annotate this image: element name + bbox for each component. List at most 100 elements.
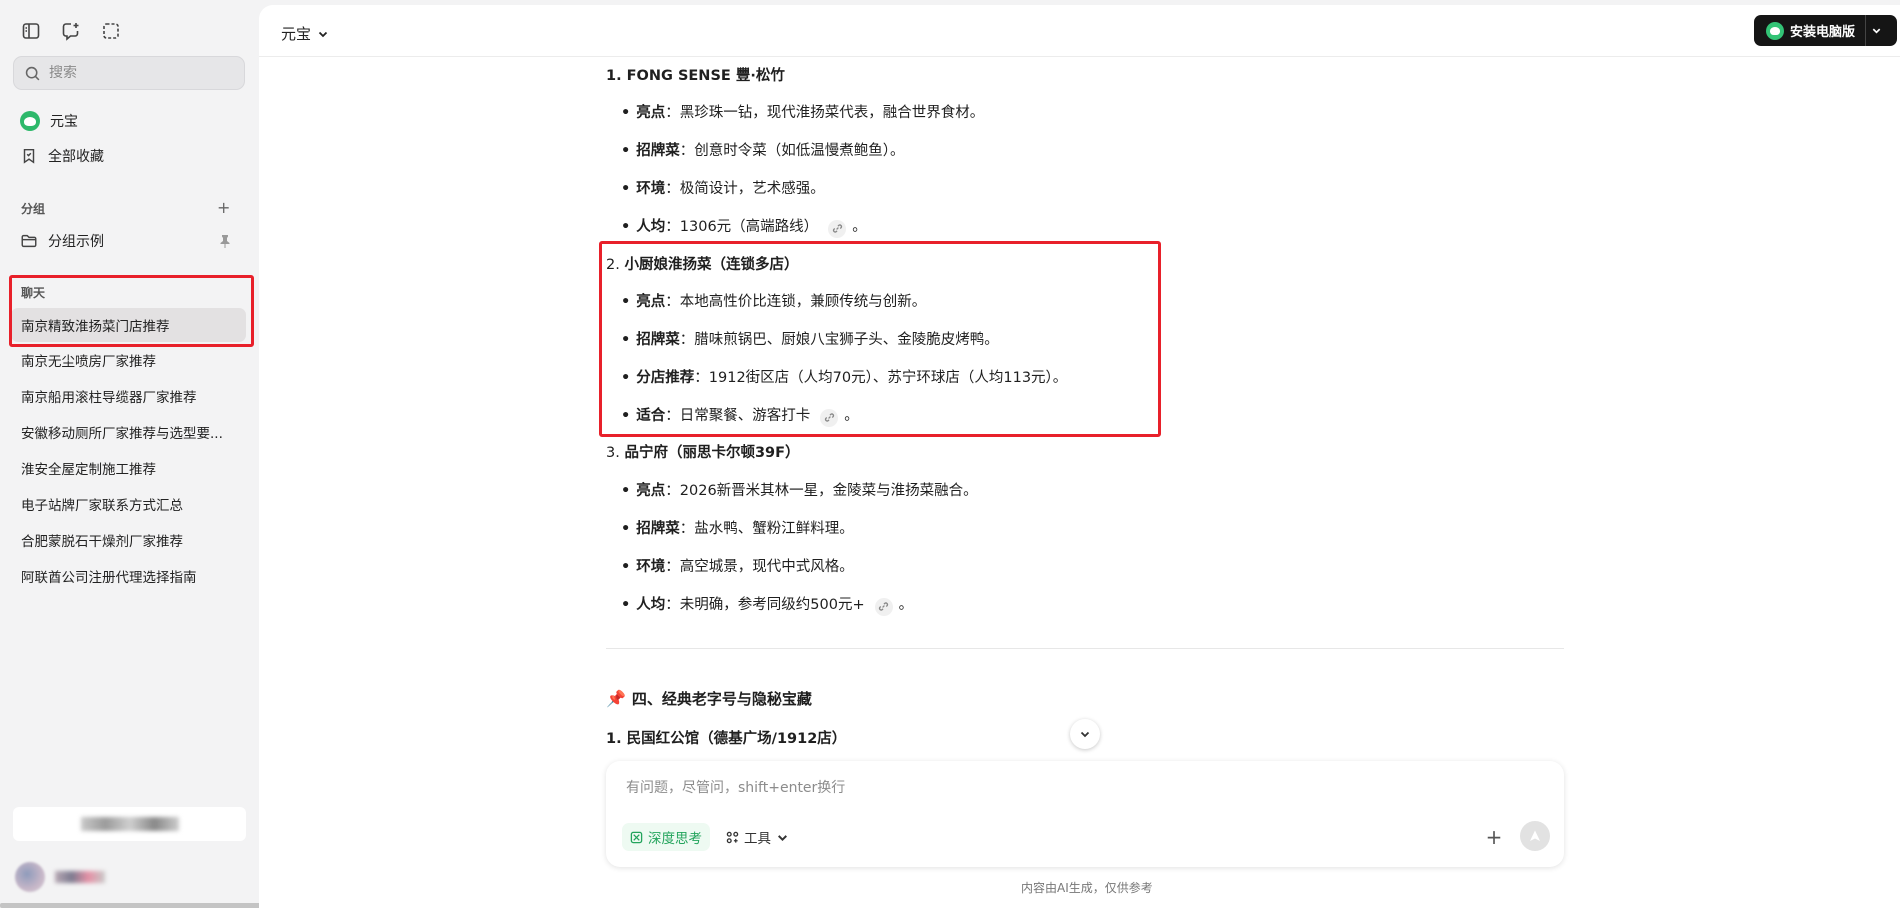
- sidebar: 元宝 全部收藏 分组 + 分组示例 聊天 南京精致淮扬菜门店推荐 南京无尘喷房厂…: [0, 0, 296, 908]
- item-title-text: 品宁府（丽思卡尔顿39F）: [624, 445, 800, 461]
- tools-label: 工具: [744, 831, 771, 847]
- bullet-item: 人均：1306元（高端路线） 。: [621, 215, 867, 238]
- deep-think-label: 深度思考: [648, 831, 702, 847]
- horizontal-scrollbar[interactable]: [0, 903, 296, 908]
- folder-icon: [21, 234, 37, 248]
- item-number: 3.: [606, 445, 625, 461]
- group-item[interactable]: 分组示例: [20, 231, 104, 251]
- message-input[interactable]: [626, 777, 1526, 801]
- user-profile[interactable]: [15, 862, 105, 892]
- bullet-value: ：极简设计，艺术感强。: [665, 181, 825, 197]
- bullet-item: 适合：日常聚餐、游客打卡 。: [621, 404, 859, 427]
- bullet-key: 亮点: [636, 483, 666, 499]
- main-panel: 元宝 安装电脑版 1. FONG SENSE 豐·松竹 亮点：黑珍珠一钻，现代淮…: [259, 5, 1900, 908]
- yuanbao-logo-icon: [20, 111, 40, 131]
- nav-favorites-label: 全部收藏: [48, 149, 104, 165]
- bullet-value: ：日常聚餐、游客打卡: [665, 408, 811, 424]
- bullet-key: 招牌菜: [636, 143, 680, 159]
- bullet-key: 招牌菜: [636, 521, 680, 537]
- bullet-value: ：腊味煎锅巴、厨娘八宝狮子头、金陵脆皮烤鸭。: [679, 332, 999, 348]
- pin-icon[interactable]: [219, 234, 231, 248]
- nav-favorites[interactable]: 全部收藏: [20, 146, 104, 166]
- bullet-value: ：盐水鸭、蟹粉江鲜料理。: [679, 521, 854, 537]
- divider: [606, 648, 1564, 649]
- bullet-key: 招牌菜: [636, 332, 680, 348]
- bullet-key: 人均: [636, 597, 666, 613]
- citation-link-icon[interactable]: [828, 219, 847, 238]
- citation-link-icon[interactable]: [820, 408, 839, 427]
- chat-item[interactable]: 安徽移动厕所厂家推荐与选型要...: [11, 415, 246, 449]
- list-item-title: 3. 品宁府（丽思卡尔顿39F）: [606, 441, 800, 462]
- bullet-value: ：黑珍珠一钻，现代淮扬菜代表，融合世界食材。: [665, 105, 985, 121]
- disclaimer-text: 内容由AI生成，仅供参考: [1021, 881, 1153, 895]
- send-arrow-icon: [1530, 830, 1540, 841]
- bullet-end: 。: [844, 408, 859, 424]
- nav-yuanbao[interactable]: 元宝: [20, 111, 78, 131]
- screenshot-icon[interactable]: [100, 20, 122, 42]
- chat-item[interactable]: 南京无尘喷房厂家推荐: [11, 343, 246, 377]
- add-attachment-button[interactable]: +: [1482, 825, 1506, 849]
- list-item-title: 2. 小厨娘淮扬菜（连锁多店）: [606, 253, 798, 274]
- bullet-key: 分店推荐: [636, 370, 695, 386]
- deep-think-icon: [630, 831, 643, 843]
- chat-item-active[interactable]: 南京精致淮扬菜门店推荐: [11, 308, 246, 342]
- list-item-title: 1. 民国红公馆（德基广场/1912店）: [606, 727, 846, 748]
- bullet-value: ：未明确，参考同级约500元+: [665, 597, 865, 613]
- chat-item[interactable]: 南京船用滚柱导缆器厂家推荐: [11, 379, 246, 413]
- send-button[interactable]: [1520, 821, 1550, 851]
- chat-content: 1. FONG SENSE 豐·松竹 亮点：黑珍珠一钻，现代淮扬菜代表，融合世界…: [259, 5, 1900, 908]
- bullet-end: 。: [898, 597, 914, 613]
- avatar: [15, 862, 45, 892]
- message-composer: 深度思考 工具 +: [606, 761, 1564, 867]
- bullet-item: 招牌菜：创意时令菜（如低温慢煮鲍鱼）。: [621, 139, 904, 160]
- groups-section-label: 分组: [21, 202, 46, 216]
- pushpin-icon: 📌: [606, 689, 626, 708]
- bullet-key: 适合: [636, 408, 666, 424]
- section-heading-text: 四、经典老字号与隐秘宝藏: [631, 690, 812, 708]
- bullet-item: 招牌菜：盐水鸭、蟹粉江鲜料理。: [621, 517, 854, 538]
- chat-item[interactable]: 淮安全屋定制施工推荐: [11, 451, 246, 485]
- bullet-value: ：1912街区店（人均70元）、苏宁环球店（人均113元）。: [694, 370, 1068, 386]
- item-title-text: 小厨娘淮扬菜（连锁多店）: [624, 257, 799, 273]
- deep-think-toggle[interactable]: 深度思考: [622, 823, 710, 851]
- add-group-icon[interactable]: +: [217, 198, 230, 217]
- chat-item[interactable]: 电子站牌厂家联系方式汇总: [11, 487, 246, 521]
- user-name-blurred: [55, 871, 105, 883]
- item-number: 2.: [606, 257, 625, 273]
- bullet-value: ：1306元（高端路线）: [665, 219, 819, 235]
- bullet-value: ：2026新晋米其林一星，金陵菜与淮扬菜融合。: [665, 483, 978, 499]
- tools-menu[interactable]: 工具: [726, 823, 789, 851]
- list-item-title: 1. FONG SENSE 豐·松竹: [606, 64, 785, 85]
- bullet-end: 。: [852, 219, 867, 235]
- bullet-item: 分店推荐：1912街区店（人均70元）、苏宁环球店（人均113元）。: [621, 366, 1067, 387]
- chat-item[interactable]: 合肥蒙脱石干燥剂厂家推荐: [11, 523, 246, 557]
- bullet-key: 环境: [636, 181, 666, 197]
- bullet-key: 亮点: [636, 105, 666, 121]
- new-chat-icon[interactable]: [60, 20, 82, 42]
- bullet-item: 人均：未明确，参考同级约500元+ 。: [621, 593, 913, 616]
- search-input[interactable]: [49, 65, 229, 81]
- chats-section-label: 聊天: [21, 286, 46, 300]
- toggle-sidebar-icon[interactable]: [20, 20, 42, 42]
- bullet-item: 环境：极简设计，艺术感强。: [621, 177, 825, 198]
- group-item-label: 分组示例: [48, 234, 104, 250]
- item-title-text: 1. 民国红公馆（德基广场/1912店）: [606, 731, 847, 747]
- bullet-key: 环境: [636, 559, 666, 575]
- citation-link-icon[interactable]: [874, 597, 893, 616]
- bullet-item: 亮点：2026新晋米其林一星，金陵菜与淮扬菜融合。: [621, 479, 978, 500]
- bookmark-icon: [23, 148, 35, 164]
- chevron-down-icon: [1080, 731, 1090, 738]
- search-box[interactable]: [13, 56, 245, 90]
- bullet-value: ：高空城景，现代中式风格。: [665, 559, 854, 575]
- search-icon: [25, 66, 40, 80]
- bullet-item: 招牌菜：腊味煎锅巴、厨娘八宝狮子头、金陵脆皮烤鸭。: [621, 328, 999, 349]
- blurred-banner[interactable]: [13, 807, 246, 841]
- chat-item[interactable]: 阿联酋公司注册代理选择指南: [11, 559, 246, 593]
- bullet-item: 亮点：本地高性价比连锁，兼顾传统与创新。: [621, 290, 926, 311]
- bullet-value: ：本地高性价比连锁，兼顾传统与创新。: [665, 294, 927, 310]
- item-title-text: 1. FONG SENSE 豐·松竹: [606, 68, 785, 84]
- bullet-item: 环境：高空城景，现代中式风格。: [621, 555, 854, 576]
- sidebar-top-icons: [20, 20, 122, 42]
- bullet-key: 人均: [636, 219, 666, 235]
- scroll-to-bottom-button[interactable]: [1070, 719, 1100, 749]
